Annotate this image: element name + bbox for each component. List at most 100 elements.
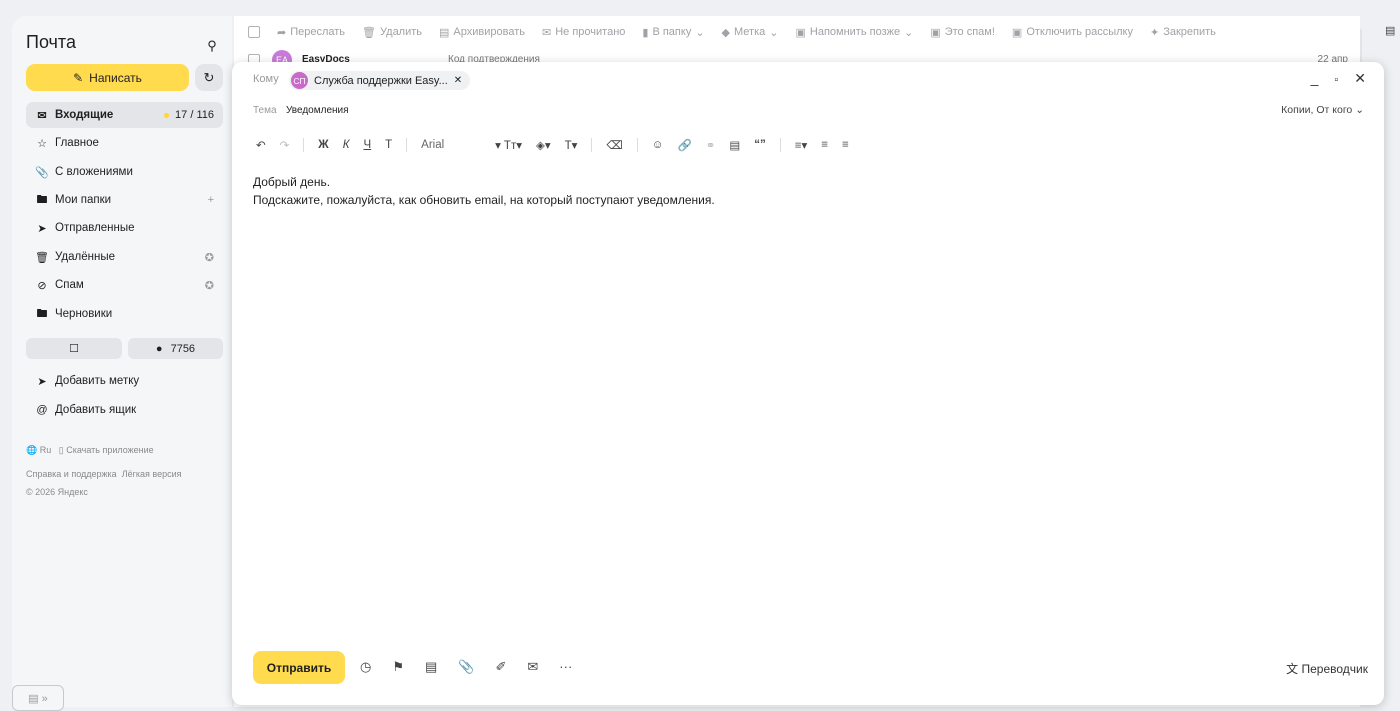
text-color-icon[interactable]: Т▾ — [565, 138, 578, 152]
remove-recipient-icon[interactable]: ✕ — [454, 75, 462, 86]
sidebar-item-deleted[interactable]: 🗑 Удалённые ✪ — [26, 244, 223, 270]
fill-color-icon[interactable]: ◈▾ — [536, 138, 551, 152]
window-controls: _ ▫ ✕ — [1311, 70, 1366, 90]
lite-version-link[interactable]: Лёгкая версия — [122, 469, 182, 479]
unread-label: Не прочитано — [555, 26, 626, 38]
sidebar: Почта ⚲ ✎ Написать ↻ ✉ Входящие 17 / 116… — [12, 16, 232, 711]
sidebar-item-sent[interactable]: ➤ Отправленные — [26, 215, 223, 241]
strikethrough-icon[interactable]: Т — [385, 139, 392, 151]
cc-toggle[interactable]: Копии, От кого ⌄ — [1281, 104, 1364, 116]
font-size-icon[interactable]: ▾ Tт▾ — [495, 138, 522, 152]
clock-icon[interactable]: ◷ — [360, 659, 371, 675]
spam-button[interactable]: ▣ Это спам! — [930, 26, 995, 39]
select-all-checkbox[interactable] — [248, 26, 260, 38]
redo-icon[interactable]: ↷ — [280, 138, 290, 152]
avatar: EA — [272, 50, 292, 62]
row-checkbox[interactable] — [248, 54, 260, 62]
download-app-link[interactable]: Скачать приложение — [66, 445, 153, 455]
help-link[interactable]: Справка и поддержка — [26, 469, 117, 479]
paperclip-icon: 📎 — [35, 166, 49, 179]
sidebar-item-inbox[interactable]: ✉ Входящие 17 / 116 — [26, 102, 223, 128]
forward-button[interactable]: ➦ Переслать — [277, 26, 345, 39]
attach-icon[interactable]: 📎 — [458, 659, 474, 675]
translator-label: Переводчик — [1301, 662, 1368, 676]
close-icon[interactable]: ✕ — [1354, 70, 1366, 90]
archive-button[interactable]: ▤ Архивировать — [439, 26, 525, 39]
sidebar-item-label: Главное — [55, 137, 99, 149]
quote-icon[interactable]: “” — [754, 139, 766, 151]
add-mailbox-link[interactable]: @ Добавить ящик — [26, 397, 223, 423]
italic-icon[interactable]: К — [343, 139, 350, 151]
logo-row: Почта ⚲ — [26, 32, 222, 58]
sidebar-item-drafts[interactable]: 🖿 Черновики — [26, 301, 223, 327]
message-toolbar: ➦ Переслать 🗑 Удалить ▤ Архивировать ✉ Не пр… — [248, 22, 1216, 42]
unsubscribe-button[interactable]: ▣ Отключить рассылку — [1012, 26, 1133, 39]
panel-icon[interactable]: ▤ — [1385, 24, 1395, 37]
label-label: Метка — [734, 26, 766, 38]
compose-label: Написать — [89, 70, 142, 85]
delete-button[interactable]: 🗑 Удалить — [362, 26, 422, 39]
dot-filter-button[interactable]: ● 7756 — [128, 338, 223, 359]
mail-subject: Код подтверждения — [448, 54, 540, 62]
unlink-icon[interactable]: ⚭ — [706, 138, 716, 152]
mail-logo[interactable]: Почта — [26, 32, 76, 52]
unread-dot-icon — [164, 112, 170, 118]
remind-icon: ▣ — [795, 26, 806, 39]
bookmark-filter-button[interactable]: ☐ — [26, 338, 122, 359]
subject-field[interactable]: Уведомления — [286, 105, 349, 116]
send-button[interactable]: Отправить — [253, 651, 345, 684]
sidebar-item-spam[interactable]: ⊘ Спам ✪ — [26, 272, 223, 298]
eraser-icon[interactable]: ⌫ — [606, 138, 622, 152]
restore-icon[interactable]: ▫ — [1334, 70, 1338, 90]
message-body[interactable]: Добрый день. Подскажите, пожалуйста, как… — [253, 173, 715, 209]
compose-button[interactable]: ✎ Написать — [26, 64, 189, 91]
search-icon[interactable]: ⚲ — [202, 36, 222, 56]
undo-icon[interactable]: ↶ — [256, 138, 266, 152]
divider — [636, 138, 638, 152]
bold-icon[interactable]: Ж — [318, 139, 328, 151]
numbered-list-icon[interactable]: ≡ — [842, 139, 849, 151]
envelope-icon: ✉ — [37, 109, 47, 122]
language-link[interactable]: Ru — [40, 445, 52, 455]
add-label-text: Добавить метку — [55, 375, 140, 387]
broom-icon[interactable]: ✪ — [205, 251, 214, 264]
align-icon[interactable]: ≡▾ — [795, 138, 807, 152]
bell-icon[interactable]: ⚑ — [392, 659, 404, 675]
move-to-folder-button[interactable]: ▮ В папку ⌄ — [642, 26, 704, 39]
signature-icon[interactable]: ✐ — [495, 659, 506, 675]
emoji-icon[interactable]: ☺ — [652, 139, 664, 151]
sidebar-item-label: Удалённые — [55, 251, 115, 263]
add-folder-icon[interactable]: + — [208, 194, 214, 206]
draft-icon: 🖿 — [36, 307, 48, 320]
collapse-sidebar-button[interactable]: ▤ » — [12, 685, 64, 711]
underline-icon[interactable]: Ч — [363, 139, 371, 151]
list-item[interactable]: EA EasyDocs Код подтверждения 22 апр — [248, 48, 1348, 62]
recipient-chip[interactable]: СП Служба поддержки Easy... ✕ — [289, 71, 471, 90]
remind-later-button[interactable]: ▣ Напомнить позже ⌄ — [795, 26, 913, 39]
archive-label: Архивировать — [453, 26, 525, 38]
label-button[interactable]: ◆ Метка ⌄ — [722, 26, 779, 39]
pin-button[interactable]: ✦ Закрепить — [1150, 26, 1216, 39]
translator-button[interactable]: 文 Переводчик — [1286, 660, 1368, 677]
mark-unread-button[interactable]: ✉ Не прочитано — [542, 26, 625, 39]
sidebar-item-label: Входящие — [55, 109, 114, 121]
add-mailbox-text: Добавить ящик — [55, 404, 137, 416]
broom-icon[interactable]: ✪ — [205, 279, 214, 292]
image-icon[interactable]: ▤ — [729, 138, 740, 152]
more-icon[interactable]: ··· — [559, 659, 572, 675]
template-icon[interactable]: ▤ — [425, 659, 437, 675]
link-icon[interactable]: 🔗 — [677, 138, 691, 152]
compose-window: Кому СП Служба поддержки Easy... ✕ _ ▫ ✕… — [232, 62, 1384, 705]
sidebar-item-main[interactable]: ☆ Главное — [26, 130, 223, 156]
sidebar-item-my-folders[interactable]: 🖿 Мои папки + — [26, 187, 223, 213]
bullet-list-icon[interactable]: ≡ — [821, 139, 828, 151]
send-icon: ➤ — [37, 222, 47, 235]
refresh-icon[interactable]: ↻ — [195, 64, 223, 91]
spam-icon: ▣ — [930, 26, 941, 39]
envelope-icon[interactable]: ✉ — [527, 659, 538, 675]
copyright: © 2026 Яндекс — [26, 487, 88, 497]
sidebar-item-attachments[interactable]: 📎 С вложениями — [26, 159, 223, 185]
font-select[interactable]: Arial — [421, 139, 481, 151]
add-label-link[interactable]: ➤ Добавить метку — [26, 368, 223, 394]
minimize-icon[interactable]: _ — [1311, 70, 1319, 90]
